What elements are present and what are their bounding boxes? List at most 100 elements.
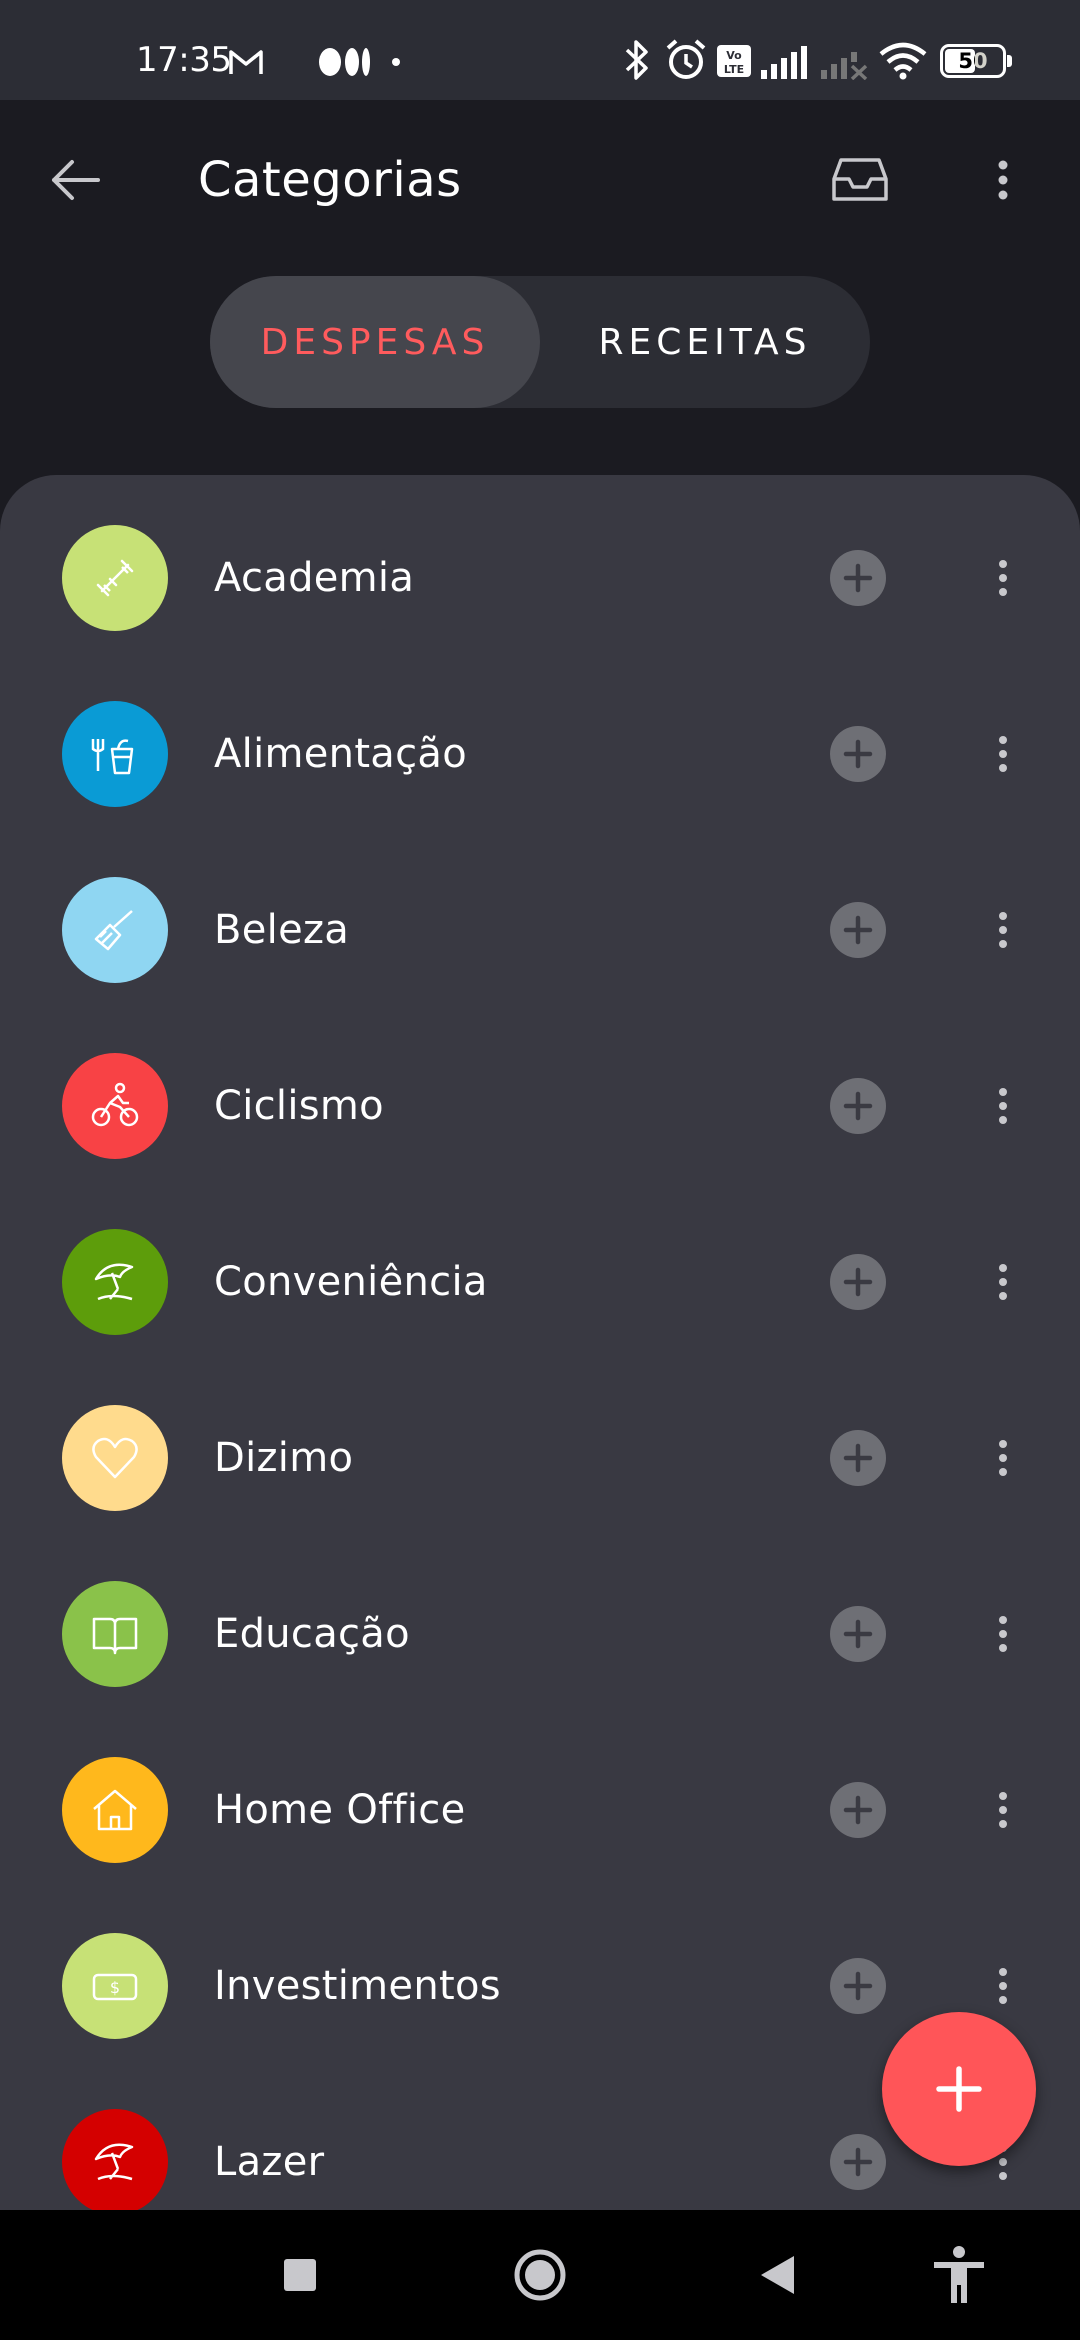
archive-button[interactable] [825, 145, 895, 215]
category-label: Lazer [214, 2139, 325, 2185]
overflow-menu-button[interactable] [968, 145, 1038, 215]
back-nav-button[interactable] [742, 2240, 812, 2310]
heart-icon [92, 1437, 138, 1479]
more-vert-icon [999, 912, 1007, 948]
plus-icon [843, 1795, 873, 1825]
category-menu-button[interactable] [988, 724, 1018, 784]
category-icon [62, 1229, 168, 1335]
category-menu-button[interactable] [988, 1428, 1018, 1488]
signal-off-icon [821, 52, 868, 80]
accessibility-icon [934, 2246, 984, 2303]
home-button[interactable] [505, 2240, 575, 2310]
add-subcategory-button[interactable] [830, 1606, 886, 1662]
bluetooth-icon [625, 40, 648, 80]
category-icon [62, 701, 168, 807]
plus-icon [843, 1971, 873, 2001]
category-menu-button[interactable] [988, 1780, 1018, 1840]
plus-icon [843, 563, 873, 593]
add-subcategory-button[interactable] [830, 1958, 886, 2014]
more-vert-icon [999, 736, 1007, 772]
plus-icon [843, 1619, 873, 1649]
category-label: Home Office [214, 1787, 466, 1833]
fork-cup-icon [91, 739, 134, 775]
category-menu-button[interactable] [988, 1956, 1018, 2016]
cyclist-icon [91, 1082, 139, 1127]
plus-icon [843, 915, 873, 945]
category-menu-button[interactable] [988, 900, 1018, 960]
more-vert-icon [999, 1616, 1007, 1652]
book-icon [92, 1617, 138, 1655]
category-icon [62, 2109, 168, 2210]
dot-icon [392, 58, 400, 66]
tab-despesas[interactable]: DESPESAS [210, 276, 540, 408]
add-category-button[interactable] [882, 2012, 1036, 2166]
plus-icon [843, 2147, 873, 2177]
category-label: Academia [214, 555, 415, 601]
add-subcategory-button[interactable] [830, 1078, 886, 1134]
add-subcategory-button[interactable] [830, 1254, 886, 1310]
category-row[interactable]: Beleza [0, 842, 1080, 1018]
type-toggle: DESPESAS RECEITAS [210, 276, 870, 408]
brush-icon [94, 910, 133, 951]
category-label: Educação [214, 1611, 410, 1657]
media-icon [319, 48, 370, 76]
plus-icon [843, 739, 873, 769]
svg-text:LTE: LTE [724, 63, 744, 76]
tab-receitas[interactable]: RECEITAS [540, 276, 870, 408]
inbox-icon [832, 158, 888, 201]
umbrella-icon [94, 1263, 134, 1301]
category-label: Conveniência [214, 1259, 488, 1305]
add-subcategory-button[interactable] [830, 1430, 886, 1486]
plus-icon [843, 1443, 873, 1473]
more-vert-icon [999, 560, 1007, 596]
category-row[interactable]: Dizimo [0, 1370, 1080, 1546]
volte-icon: Vo LTE [717, 45, 751, 77]
category-menu-button[interactable] [988, 1604, 1018, 1664]
status-time: 17:35 [136, 40, 232, 80]
category-row[interactable]: Home Office [0, 1722, 1080, 1898]
category-label: Dizimo [214, 1435, 354, 1481]
category-icon: $ [62, 1933, 168, 2039]
back-button[interactable] [40, 145, 110, 215]
add-subcategory-button[interactable] [830, 1782, 886, 1838]
category-icon [62, 1053, 168, 1159]
category-menu-button[interactable] [988, 1252, 1018, 1312]
add-subcategory-button[interactable] [830, 726, 886, 782]
house-icon [93, 1789, 137, 1831]
add-subcategory-button[interactable] [830, 2134, 886, 2190]
alarm-icon [666, 39, 706, 79]
category-row[interactable]: Conveniência [0, 1194, 1080, 1370]
category-icon [62, 1405, 168, 1511]
category-row[interactable]: Alimentação [0, 666, 1080, 842]
money-icon: $ [92, 1973, 138, 2001]
add-subcategory-button[interactable] [830, 550, 886, 606]
recents-square-icon [284, 2259, 316, 2291]
umbrella-icon [94, 2143, 134, 2181]
battery-level: 50 [958, 49, 988, 73]
page-title: Categorias [198, 152, 462, 208]
battery-icon: 50 [940, 44, 1012, 78]
category-label: Alimentação [214, 731, 467, 777]
more-vert-icon [999, 1264, 1007, 1300]
recents-button[interactable] [265, 2240, 335, 2310]
add-subcategory-button[interactable] [830, 902, 886, 958]
wifi-icon [879, 42, 927, 80]
more-vert-icon [999, 1440, 1007, 1476]
category-menu-button[interactable] [988, 548, 1018, 608]
category-row[interactable]: Academia [0, 490, 1080, 666]
category-label: Investimentos [214, 1963, 501, 2009]
system-nav-bar [0, 2210, 1080, 2340]
category-row[interactable]: Educação [0, 1546, 1080, 1722]
signal-icon [761, 46, 807, 79]
accessibility-button[interactable] [924, 2240, 994, 2310]
category-row[interactable]: Ciclismo [0, 1018, 1080, 1194]
category-label: Beleza [214, 907, 350, 953]
svg-text:Vo: Vo [726, 49, 742, 62]
app-bar: Categorias DESPESAS RECEITAS [0, 100, 1080, 480]
category-icon [62, 877, 168, 983]
category-icon [62, 525, 168, 631]
more-vert-icon [999, 1792, 1007, 1828]
category-list: Academia Alimentação Beleza Ciclismo Conveni… [0, 475, 1080, 2210]
category-menu-button[interactable] [988, 1076, 1018, 1136]
more-vert-icon [998, 160, 1008, 200]
